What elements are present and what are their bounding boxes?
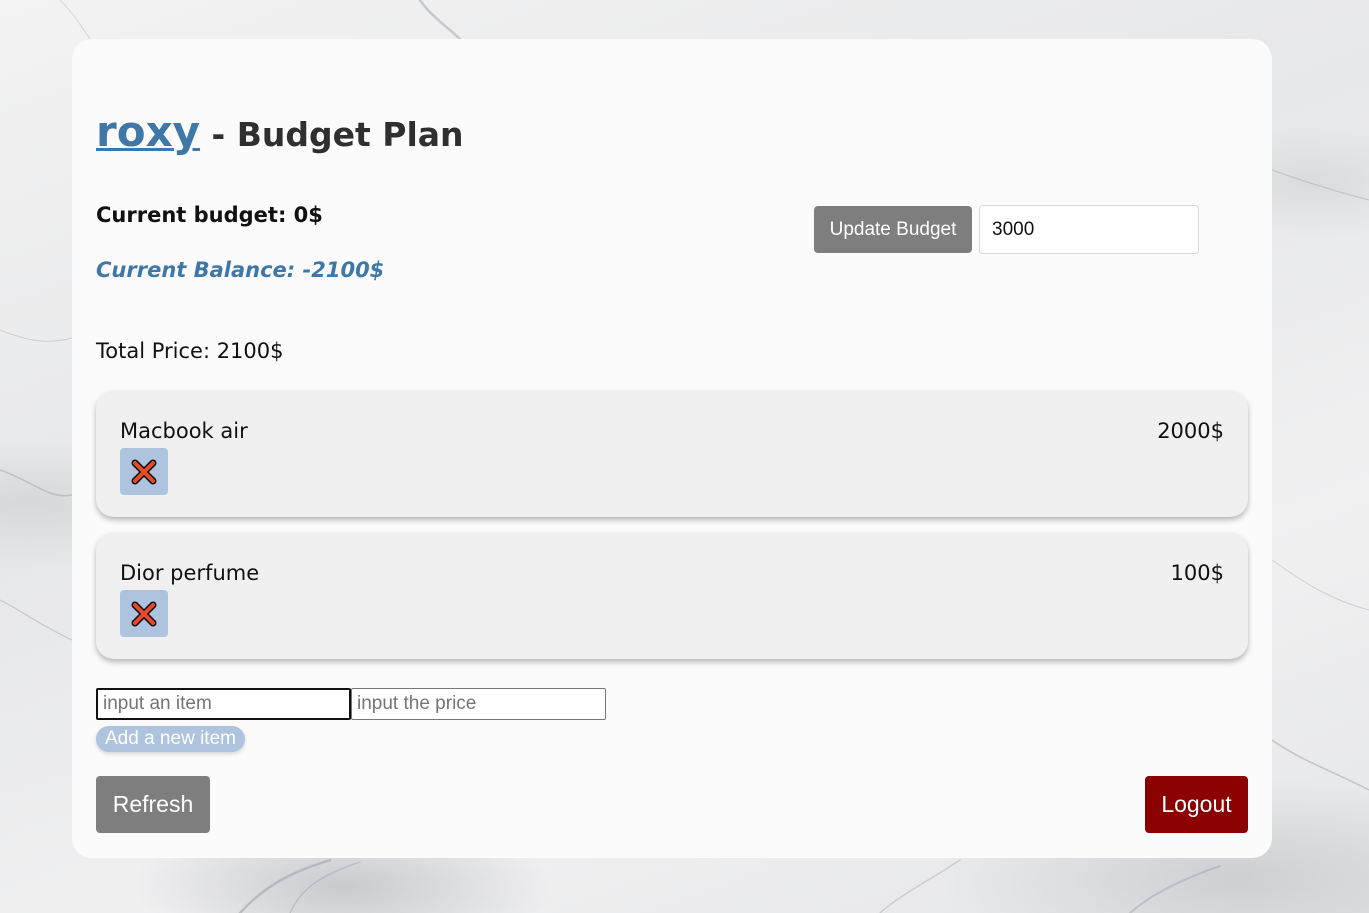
list-item: Macbook air 2000$ [96,391,1248,517]
delete-item-button[interactable] [120,590,168,637]
page-title-suffix: - Budget Plan [200,115,464,154]
refresh-button[interactable]: Refresh [96,776,210,833]
current-budget: Current budget: 0$ [96,203,323,227]
logout-button[interactable]: Logout [1145,776,1248,833]
item-name: Dior perfume [120,561,260,585]
budget-card: roxy - Budget Plan Current budget: 0$ Cu… [72,39,1272,858]
item-price: 100$ [1170,561,1224,585]
update-budget-button[interactable]: Update Budget [814,206,972,253]
list-item: Dior perfume 100$ [96,533,1248,659]
item-price: 2000$ [1157,419,1224,443]
add-item-button[interactable]: Add a new item [96,726,245,752]
item-name: Macbook air [120,419,248,443]
total-price: Total Price: 2100$ [96,339,284,363]
item-name-input[interactable] [96,688,351,720]
item-price-input[interactable] [351,688,606,720]
delete-item-button[interactable] [120,448,168,495]
close-icon [131,601,157,626]
budget-input[interactable] [979,205,1199,254]
page-title: roxy - Budget Plan [96,107,464,156]
current-balance: Current Balance: -2100$ [96,258,385,282]
username-link[interactable]: roxy [96,107,200,156]
close-icon [131,459,157,484]
